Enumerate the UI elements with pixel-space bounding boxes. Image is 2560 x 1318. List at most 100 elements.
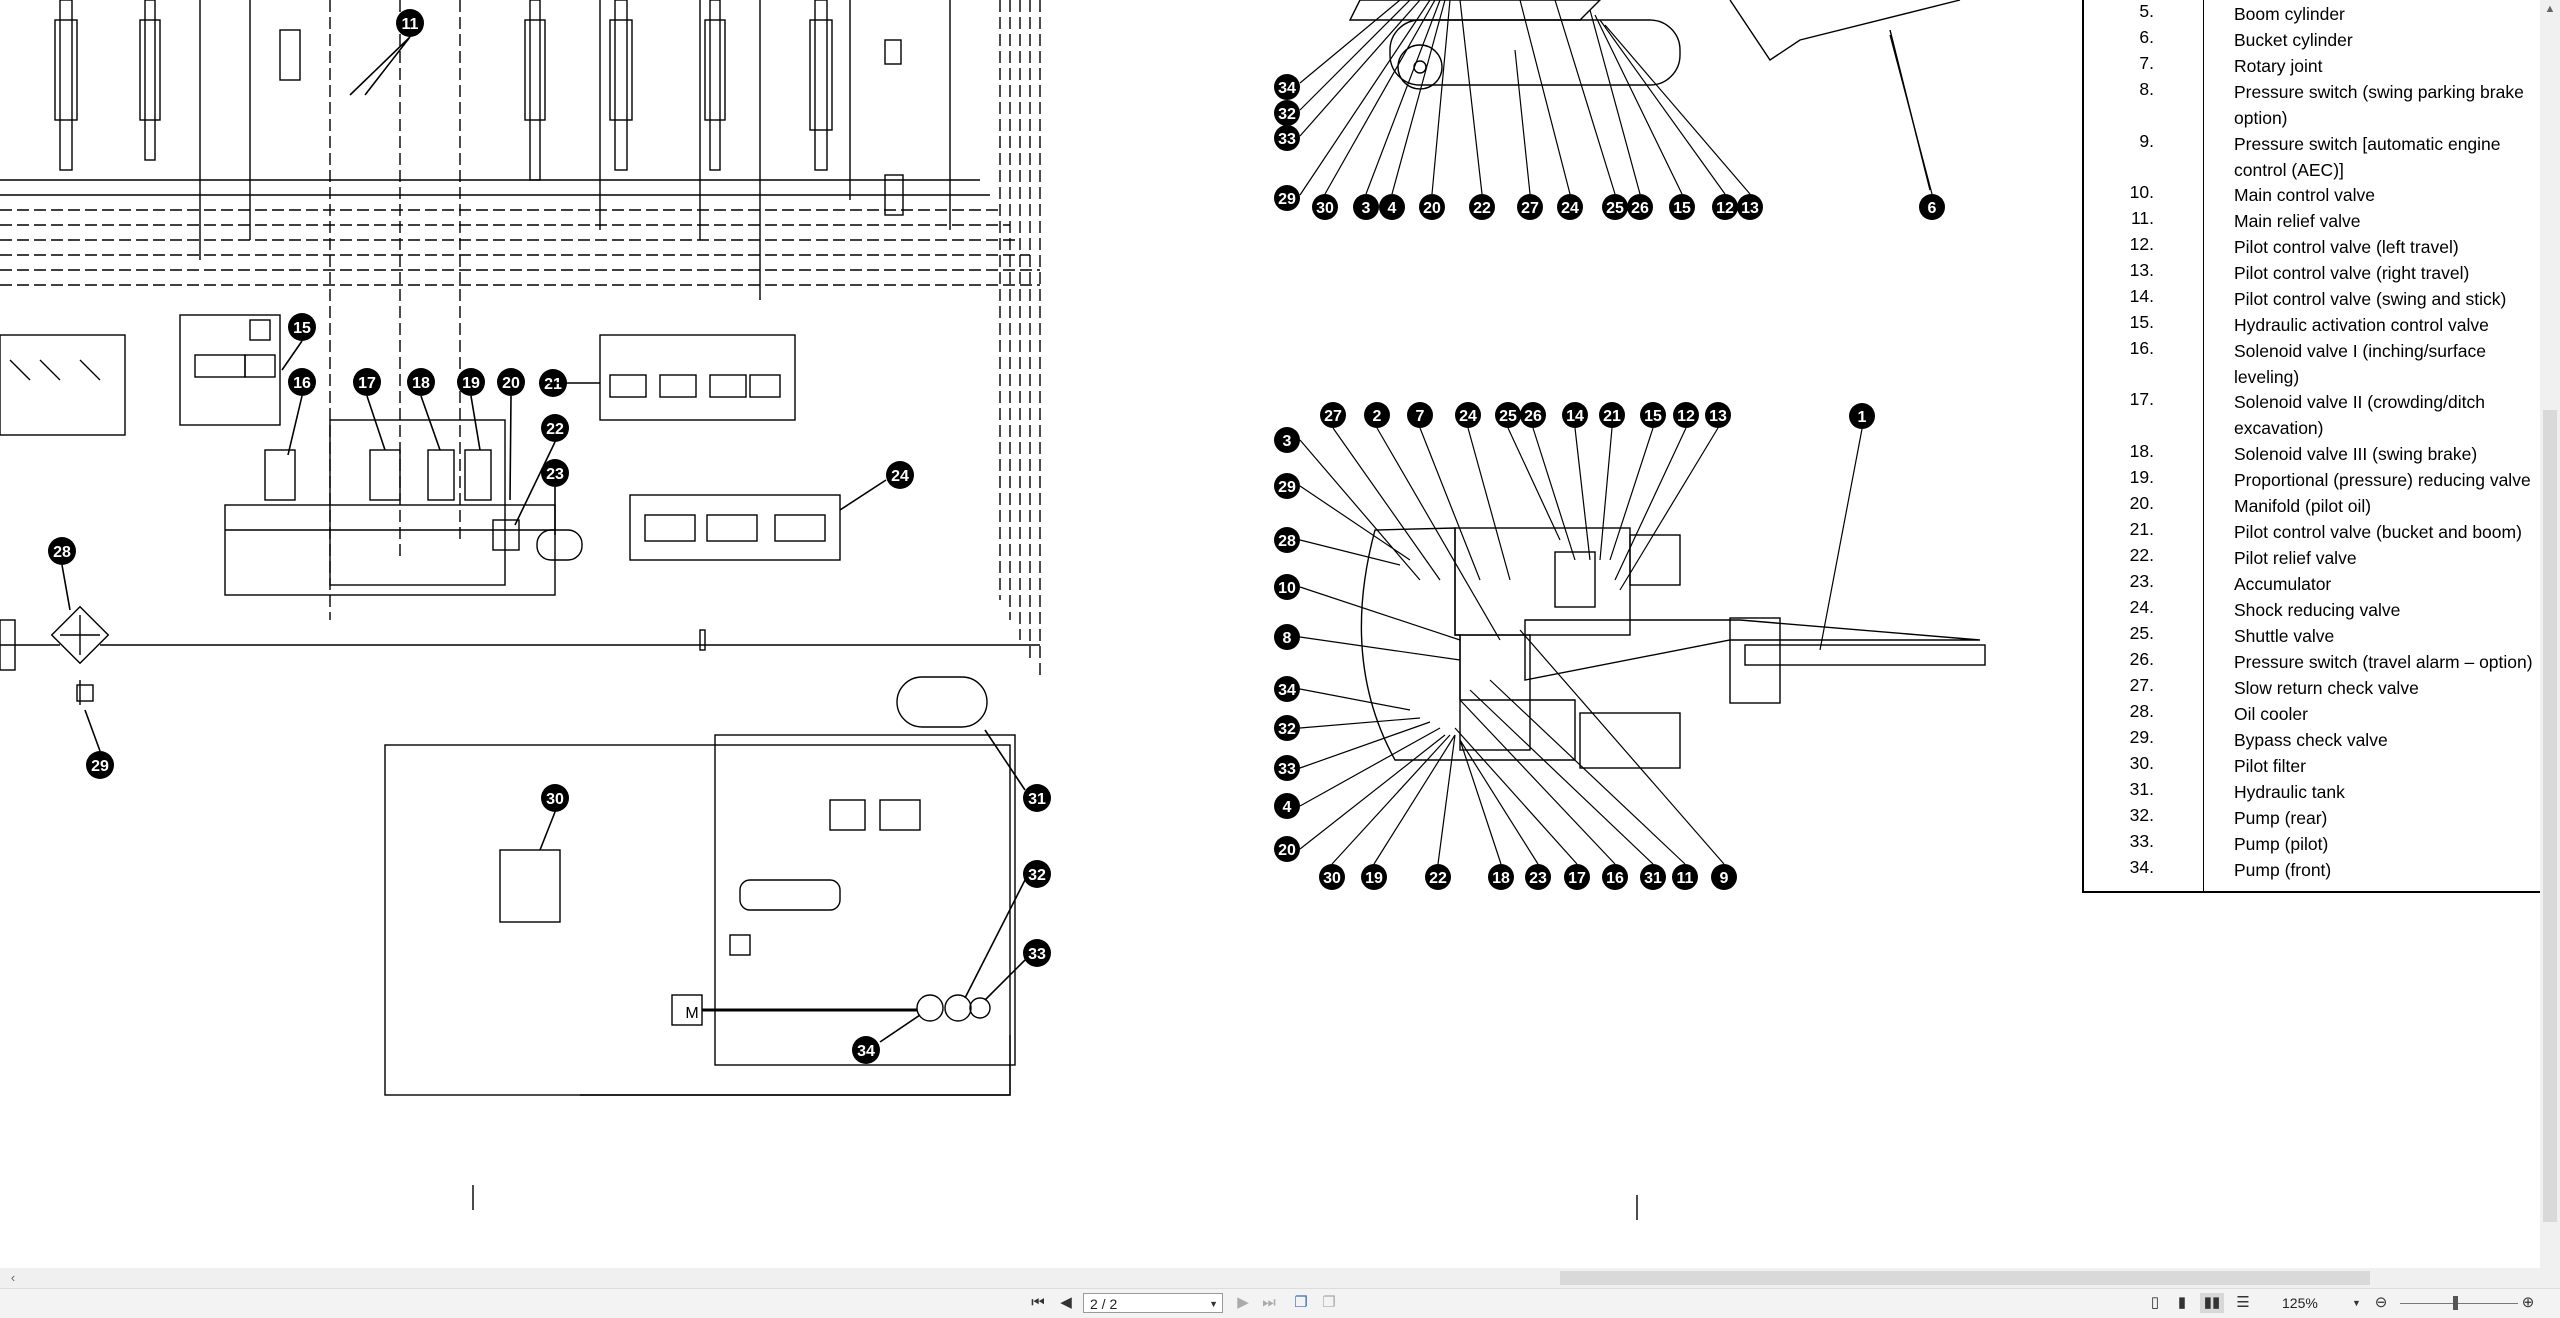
- zoom-level[interactable]: 125%: [2282, 1293, 2342, 1313]
- top-callout-18: 18: [1488, 864, 1514, 890]
- legend-label: Pump (pilot): [2234, 834, 2329, 854]
- side-callout-29: 29: [1274, 185, 1300, 211]
- svg-text:19: 19: [1365, 870, 1383, 887]
- svg-text:30: 30: [1316, 200, 1334, 217]
- continuous-view-icon[interactable]: ▮: [2172, 1293, 2192, 1313]
- top-callout-9: 9: [1711, 864, 1737, 890]
- top-callout-28: 28: [1274, 527, 1300, 553]
- top-callout-7: 7: [1407, 402, 1433, 428]
- side-callout-24: 24: [1557, 194, 1583, 220]
- side-callout-20: 20: [1419, 194, 1445, 220]
- top-callout-16: 16: [1602, 864, 1628, 890]
- two-page-view-icon[interactable]: ▮▮: [2200, 1293, 2224, 1313]
- top-callout-32: 32: [1274, 715, 1300, 741]
- svg-text:24: 24: [1561, 200, 1579, 217]
- copy-page-icon[interactable]: ❐: [1290, 1293, 1312, 1313]
- svg-text:27: 27: [1521, 200, 1539, 217]
- legend-number: 23.: [2129, 571, 2154, 591]
- zoom-out-icon[interactable]: ⊖: [2370, 1293, 2392, 1313]
- top-callout-26: 26: [1520, 402, 1546, 428]
- top-callout-12: 12: [1673, 402, 1699, 428]
- legend-label: Rotary joint: [2234, 56, 2323, 76]
- top-callout-22: 22: [1425, 864, 1451, 890]
- svg-text:7: 7: [1416, 408, 1425, 425]
- svg-text:28: 28: [1278, 533, 1296, 550]
- scroll-up-arrow-icon[interactable]: ▲: [2540, 0, 2560, 18]
- svg-text:3: 3: [1283, 433, 1292, 450]
- top-callout-1: 1: [1849, 403, 1875, 429]
- paste-page-icon[interactable]: ❐: [1318, 1293, 1340, 1313]
- side-callout-26: 26: [1627, 194, 1653, 220]
- zoom-in-icon[interactable]: ⊕: [2517, 1293, 2539, 1313]
- legend-number: 17.: [2129, 389, 2154, 409]
- machine-views: 34 32 33 29 30 3 4 20 22 27 24 25 26 15 …: [1274, 0, 1945, 890]
- side-callout-33: 33: [1274, 125, 1300, 151]
- top-callout-14: 14: [1562, 402, 1588, 428]
- svg-text:25: 25: [1499, 408, 1517, 425]
- legend-label: Shock reducing valve: [2234, 600, 2401, 620]
- status-bar: ⏮ ◀ 2 / 2 ▼ ▶ ⏭ ❐ ❐ ▯ ▮ ▮▮ ☰ 125% ▼ ⊖ ⊕: [0, 1288, 2560, 1318]
- vertical-scrollbar[interactable]: [2540, 0, 2560, 1268]
- document-viewport[interactable]: 11 15 16 17 18 19 20 21 22 23 24 28 29 3…: [0, 0, 2540, 1268]
- top-callout-11: 11: [1672, 864, 1698, 890]
- legend-label: Bypass check valve: [2234, 730, 2388, 750]
- top-callout-25: 25: [1495, 402, 1521, 428]
- legend-label: Pilot control valve (swing and stick): [2234, 289, 2507, 309]
- svg-text:30: 30: [1323, 870, 1341, 887]
- page-number-input[interactable]: 2 / 2 ▼: [1083, 1293, 1223, 1313]
- next-page-icon[interactable]: ▶: [1232, 1293, 1254, 1313]
- top-callout-4: 4: [1274, 793, 1300, 819]
- svg-text:2: 2: [1373, 408, 1382, 425]
- legend-number: 32.: [2129, 805, 2154, 825]
- first-page-icon[interactable]: ⏮: [1027, 1293, 1049, 1313]
- side-callout-15: 15: [1669, 194, 1695, 220]
- side-callout-32: 32: [1274, 100, 1300, 126]
- side-callout-27: 27: [1517, 194, 1543, 220]
- svg-text:22: 22: [1429, 870, 1447, 887]
- svg-text:27: 27: [1324, 408, 1342, 425]
- top-callout-3: 3: [1274, 427, 1300, 453]
- chevron-down-icon[interactable]: ▼: [1209, 1294, 1218, 1314]
- scroll-left-arrow-icon[interactable]: ‹: [2, 1268, 24, 1288]
- legend-label: Pressure switch (swing parking brake opt…: [2234, 82, 2524, 128]
- legend-number: 28.: [2129, 701, 2154, 721]
- zoom-slider-thumb[interactable]: [2453, 1296, 2458, 1310]
- svg-text:26: 26: [1524, 408, 1542, 425]
- legend-number: 24.: [2129, 597, 2154, 617]
- zoom-dropdown-icon[interactable]: ▼: [2352, 1293, 2361, 1313]
- legend-table: 5. Boom cylinder 6. Bucket cylinder 7. Rota…: [2082, 0, 2540, 893]
- side-callout-3: 3: [1353, 194, 1379, 220]
- legend-label: Slow return check valve: [2234, 678, 2419, 698]
- legend-label: Pressure switch (travel alarm – option): [2234, 652, 2533, 672]
- prev-page-icon[interactable]: ◀: [1055, 1293, 1077, 1313]
- horizontal-scroll-thumb[interactable]: [1560, 1271, 2370, 1285]
- legend-label: Pilot relief valve: [2234, 548, 2357, 568]
- zoom-slider-track[interactable]: [2400, 1303, 2518, 1304]
- legend-label: Bucket cylinder: [2234, 30, 2353, 50]
- legend-number: 29.: [2129, 727, 2154, 747]
- legend-label: Main control valve: [2234, 185, 2376, 205]
- svg-text:6: 6: [1928, 200, 1937, 217]
- single-page-view-icon[interactable]: ▯: [2145, 1293, 2165, 1313]
- svg-text:12: 12: [1716, 200, 1734, 217]
- page-indicator: 2 / 2: [1090, 1296, 1118, 1312]
- legend-number: 22.: [2129, 545, 2154, 565]
- legend-number: 21.: [2129, 519, 2154, 539]
- legend-label: Hydraulic activation control valve: [2234, 315, 2489, 335]
- svg-text:13: 13: [1741, 200, 1759, 217]
- top-callout-31: 31: [1640, 864, 1666, 890]
- svg-text:15: 15: [1673, 200, 1691, 217]
- svg-text:18: 18: [1492, 870, 1510, 887]
- top-callout-21: 21: [1599, 402, 1625, 428]
- last-page-icon[interactable]: ⏭: [1258, 1293, 1280, 1313]
- legend-number: 34.: [2129, 857, 2154, 877]
- horizontal-scrollbar[interactable]: [0, 1268, 2560, 1288]
- svg-text:1: 1: [1858, 409, 1867, 426]
- svg-text:9: 9: [1720, 870, 1729, 887]
- top-callout-17: 17: [1564, 864, 1590, 890]
- svg-text:4: 4: [1283, 799, 1292, 816]
- legend-label: Accumulator: [2234, 574, 2332, 594]
- vertical-scroll-thumb[interactable]: [2543, 410, 2557, 1222]
- svg-text:34: 34: [1278, 80, 1296, 97]
- fit-page-icon[interactable]: ☰: [2232, 1293, 2254, 1313]
